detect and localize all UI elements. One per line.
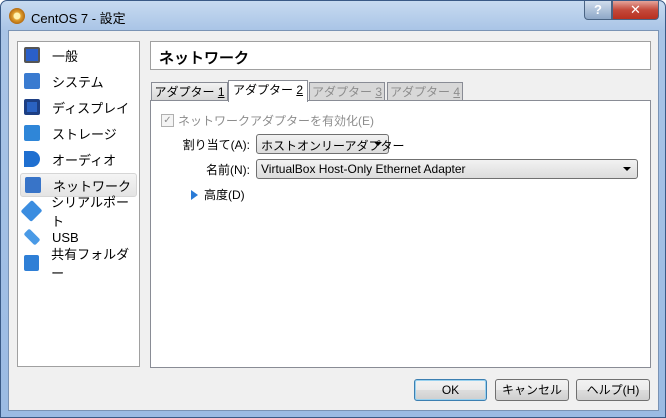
- sidebar-item-storage[interactable]: ストレージ: [20, 121, 137, 145]
- sidebar-item-label: USB: [52, 229, 79, 245]
- tab-key: 2: [296, 83, 304, 97]
- sidebar-item-general[interactable]: 一般: [20, 43, 137, 67]
- tab-adapter-4[interactable]: アダプター 4: [387, 82, 463, 101]
- expand-arrow-icon: [191, 189, 198, 200]
- name-value: VirtualBox Host-Only Ethernet Adapter: [261, 162, 466, 176]
- sidebar-item-label: 共有フォルダー: [51, 247, 130, 281]
- sidebar-item-shared-folders[interactable]: 共有フォルダー: [20, 247, 137, 281]
- tab-label: アダプター: [389, 85, 454, 99]
- help-button[interactable]: ヘルプ(H): [576, 379, 650, 401]
- ok-button[interactable]: OK: [414, 379, 487, 401]
- adapter-name-select[interactable]: VirtualBox Host-Only Ethernet Adapter: [256, 159, 638, 179]
- network-icon: [25, 177, 41, 193]
- sidebar-item-label: ディスプレイ: [52, 100, 130, 116]
- tab-adapter-2[interactable]: アダプター 2: [228, 80, 308, 102]
- speaker-icon: [24, 151, 40, 167]
- enable-adapter-checkbox[interactable]: ✓ ネットワークアダプターを有効化(E): [161, 112, 374, 129]
- sidebar-item-label: 一般: [52, 48, 79, 64]
- display-icon: [24, 99, 40, 115]
- cancel-button[interactable]: キャンセル: [495, 379, 569, 401]
- page-title: ネットワーク: [150, 41, 651, 70]
- chip-icon: [24, 73, 40, 89]
- sidebar-item-system[interactable]: システム: [20, 69, 137, 93]
- attached-value: ホストオンリーアダプター: [261, 139, 405, 153]
- advanced-expander[interactable]: 高度(D): [191, 186, 245, 203]
- attached-label: 割り当て(A):: [182, 138, 250, 152]
- storage-icon: [24, 125, 40, 141]
- settings-sidebar: 一般 システム ディスプレイ ストレージ オーディオ ネットワーク シリアルポー…: [17, 41, 140, 367]
- attached-to-select[interactable]: ホストオンリーアダプター: [256, 134, 405, 154]
- tab-key: 4: [453, 85, 461, 99]
- usb-icon: [23, 228, 41, 246]
- app-gear-icon: [9, 8, 25, 24]
- sidebar-item-label: オーディオ: [52, 152, 117, 168]
- chevron-down-icon: [623, 167, 631, 171]
- sidebar-item-label: ストレージ: [52, 126, 117, 142]
- tab-adapter-1[interactable]: アダプター 1: [151, 82, 228, 101]
- close-button[interactable]: ✕: [612, 1, 659, 20]
- tab-key: 1: [217, 85, 225, 99]
- sidebar-item-audio[interactable]: オーディオ: [20, 147, 137, 171]
- client-area: 一般 システム ディスプレイ ストレージ オーディオ ネットワーク シリアルポー…: [8, 30, 659, 411]
- enable-adapter-label: ネットワークアダプターを有効化(E): [178, 114, 374, 128]
- tab-adapter-3[interactable]: アダプター 3: [309, 82, 385, 101]
- chevron-down-icon: [374, 142, 382, 146]
- sidebar-item-label: システム: [52, 74, 104, 90]
- help-title-button[interactable]: ?: [584, 1, 612, 20]
- tab-label: アダプター: [232, 83, 297, 97]
- sidebar-item-display[interactable]: ディスプレイ: [20, 95, 137, 119]
- sidebar-item-serial-ports[interactable]: シリアルポート: [20, 195, 137, 229]
- checkmark-icon: ✓: [161, 114, 174, 127]
- serial-port-icon: [20, 199, 43, 223]
- advanced-label: 高度(D): [204, 188, 245, 202]
- window-title: CentOS 7 - 設定: [31, 11, 126, 26]
- tab-label: アダプター: [154, 85, 218, 99]
- settings-window: CentOS 7 - 設定 ? ✕ 一般 システム ディスプレイ ストレージ オ…: [0, 0, 666, 418]
- monitor-icon: [24, 47, 40, 63]
- tab-key: 3: [375, 85, 383, 99]
- adapter-panel: ✓ ネットワークアダプターを有効化(E) 割り当て(A): ホストオンリーアダプ…: [150, 100, 651, 368]
- folder-icon: [24, 255, 40, 271]
- tab-label: アダプター: [311, 85, 376, 99]
- name-label: 名前(N):: [206, 163, 250, 177]
